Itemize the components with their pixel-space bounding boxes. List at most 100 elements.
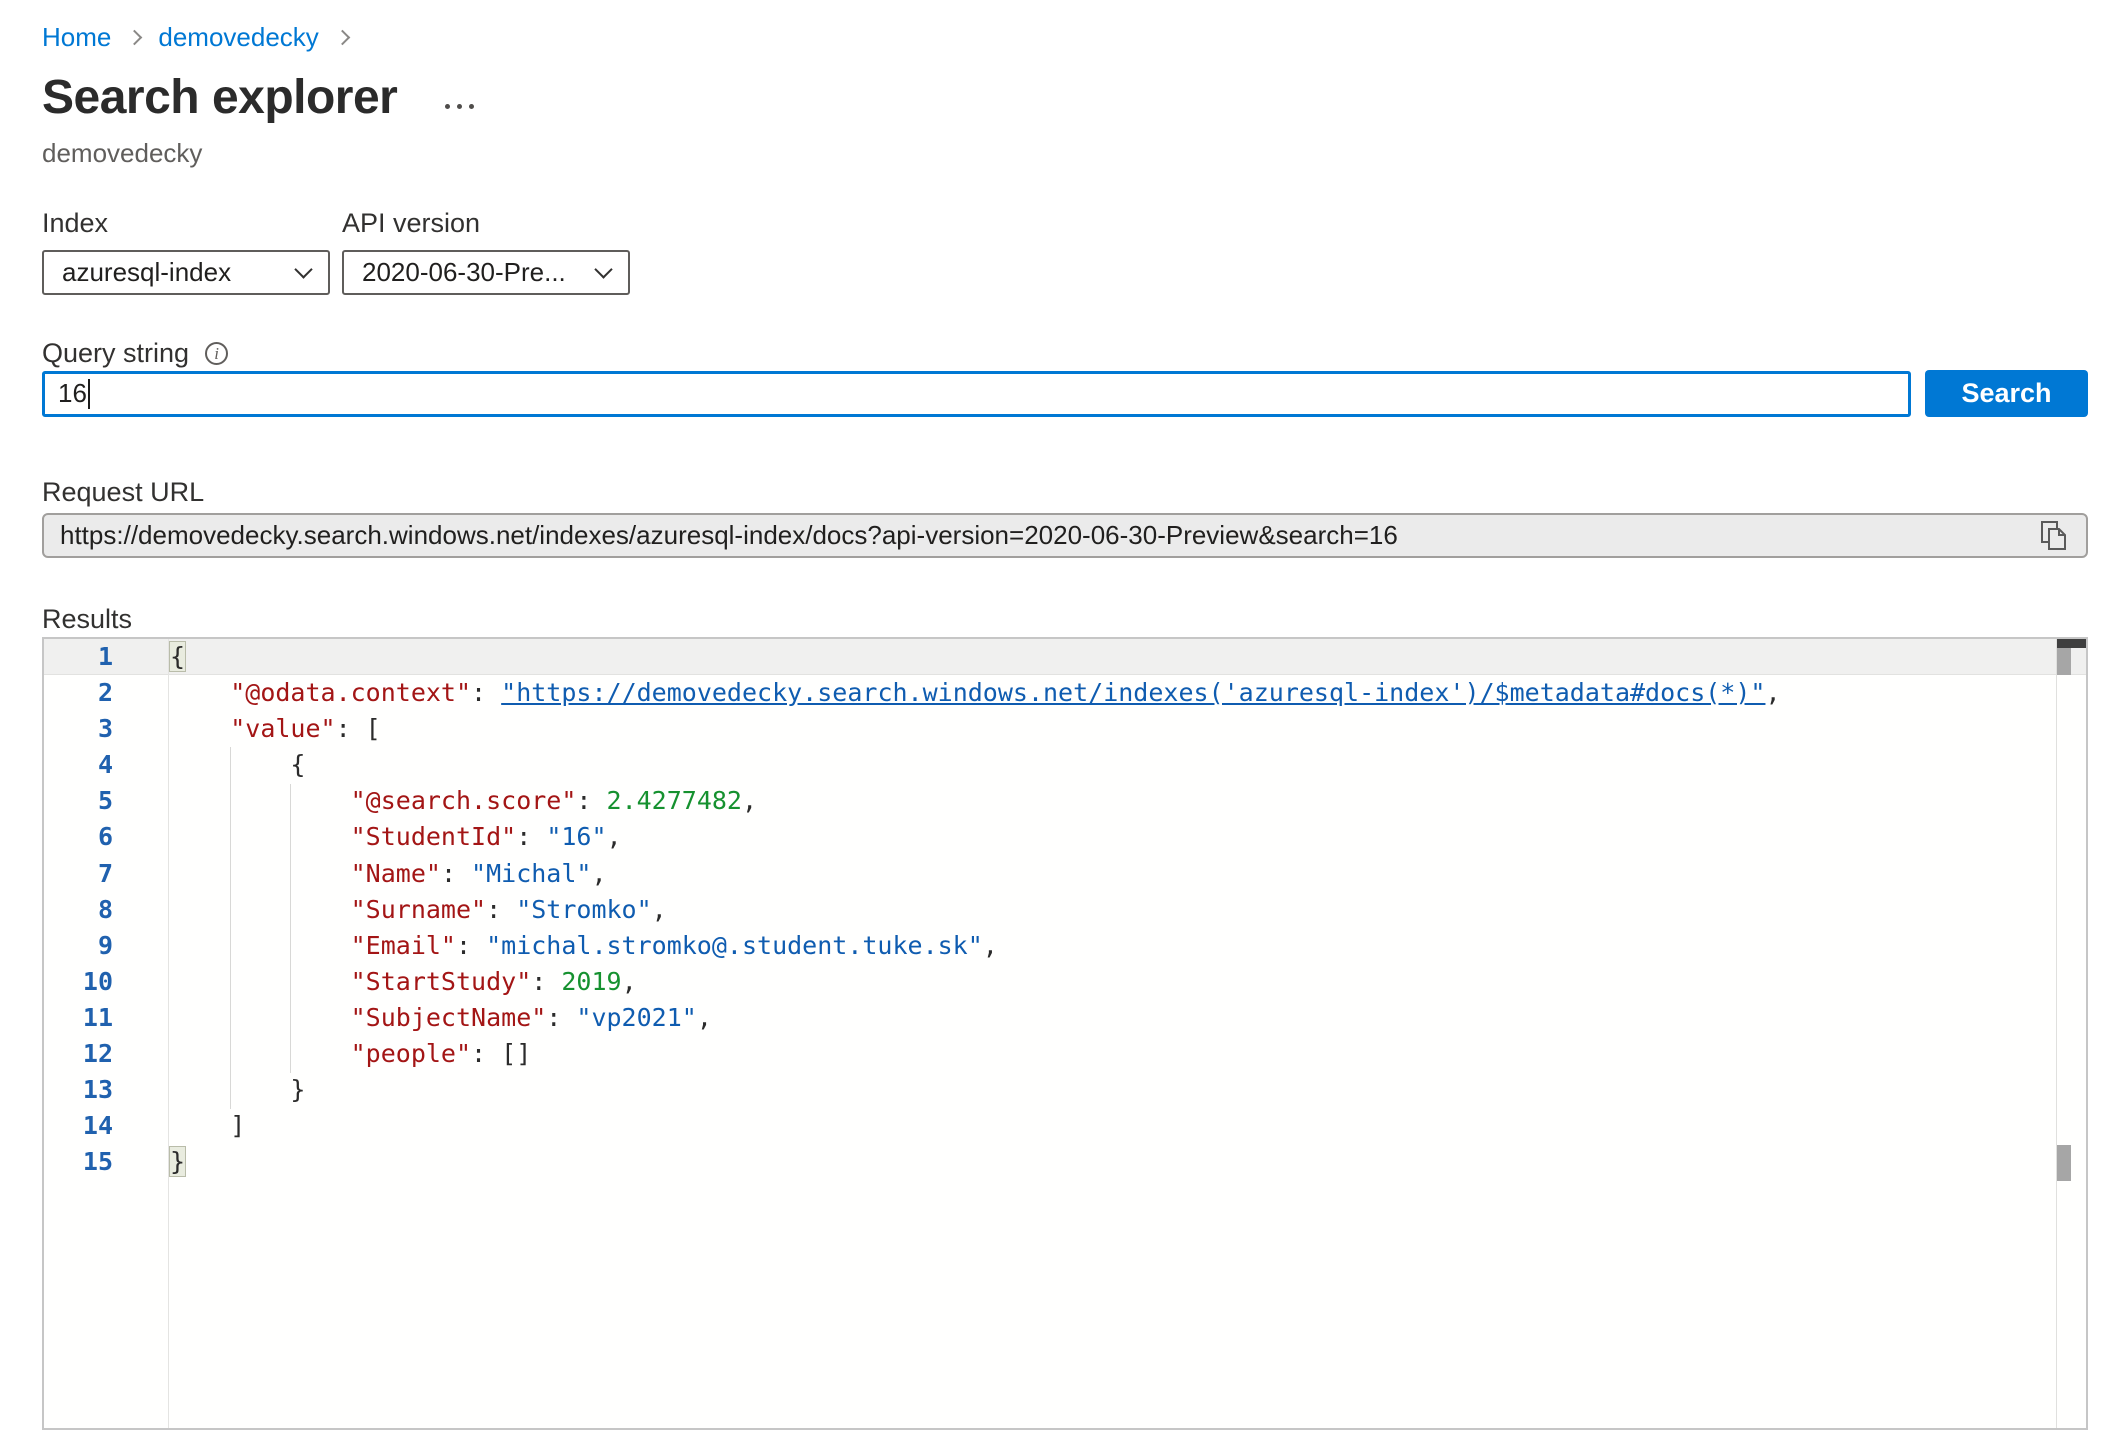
line-number: 6: [44, 819, 168, 855]
page-title: Search explorer: [42, 70, 397, 125]
code-token: "@odata.context": [230, 678, 471, 707]
code-line: }: [170, 1144, 2055, 1180]
code-token: [170, 859, 351, 888]
line-number: 1: [44, 639, 168, 675]
title-row: Search explorer: [42, 70, 474, 125]
code-token: "Stromko": [516, 895, 651, 924]
odata-context-link[interactable]: "https://demovedecky.search.windows.net/…: [501, 678, 1765, 707]
results-label: Results: [42, 604, 132, 635]
code-token: {: [170, 750, 305, 779]
code-token: "StartStudy": [351, 967, 532, 996]
code-token: :: [516, 822, 546, 851]
request-url-bar: https://demovedecky.search.windows.net/i…: [42, 513, 2088, 558]
code-token: ,: [622, 967, 637, 996]
controls-row: Index azuresql-index API version 2020-06…: [42, 208, 630, 295]
code-token: "@search.score": [351, 786, 577, 815]
code-token: "StudentId": [351, 822, 517, 851]
line-number: 7: [44, 856, 168, 892]
index-dropdown-value: azuresql-index: [62, 257, 231, 288]
line-number: 15: [44, 1144, 168, 1180]
code-token: :: [486, 895, 516, 924]
page-subtitle: demovedecky: [42, 138, 202, 169]
code-line: "value": [: [170, 711, 2055, 747]
code-line: "@search.score": 2.4277482,: [170, 783, 2055, 819]
code-token: [170, 714, 230, 743]
copy-button[interactable]: [2040, 520, 2070, 552]
code-token: [170, 931, 351, 960]
copy-icon: [2040, 520, 2070, 552]
code-token: :: [471, 678, 501, 707]
code-token: 2019: [561, 967, 621, 996]
code-token: [170, 1039, 351, 1068]
code-token: 2.4277482: [607, 786, 742, 815]
request-url-label: Request URL: [42, 477, 204, 508]
scrollbar-track: [2056, 639, 2057, 1428]
breadcrumb-demovedecky-link[interactable]: demovedecky: [158, 22, 318, 53]
code-token: ,: [742, 786, 757, 815]
code-token: "people": [351, 1039, 471, 1068]
code-token: : [: [336, 714, 381, 743]
code-token: :: [441, 859, 471, 888]
api-version-label: API version: [342, 208, 630, 239]
code-token: :: [576, 786, 606, 815]
code-token: }: [170, 1147, 185, 1176]
code-token: :: [546, 1003, 576, 1032]
code-line: "StartStudy": 2019,: [170, 964, 2055, 1000]
search-button[interactable]: Search: [1925, 370, 2088, 417]
code-token: "value": [230, 714, 335, 743]
code-token: ,: [607, 822, 622, 851]
code-line: }: [170, 1072, 2055, 1108]
chevron-down-icon: [594, 260, 612, 278]
request-url-value: https://demovedecky.search.windows.net/i…: [60, 520, 1398, 551]
chevron-down-icon: [294, 260, 312, 278]
query-string-label: Query string: [42, 338, 189, 369]
line-number: 4: [44, 747, 168, 783]
code-line: "Surname": "Stromko",: [170, 892, 2055, 928]
code-token: "Surname": [351, 895, 486, 924]
code-token: ,: [591, 859, 606, 888]
query-row: 16 Search: [42, 370, 2088, 417]
more-options-icon[interactable]: [445, 104, 474, 109]
code-token: "16": [546, 822, 606, 851]
breadcrumb: Home demovedecky: [42, 22, 351, 53]
line-number: 5: [44, 783, 168, 819]
code-token: "Name": [351, 859, 441, 888]
scrollbar-cursor-marker: [2057, 639, 2086, 648]
code-line: "@odata.context": "https://demovedecky.s…: [170, 675, 2055, 711]
indent-guide: [230, 747, 231, 1108]
code-token: {: [170, 642, 185, 671]
code-token: [170, 678, 230, 707]
code-line: "Name": "Michal",: [170, 856, 2055, 892]
code-token: "Michal": [471, 859, 591, 888]
chevron-right-icon: [127, 30, 143, 46]
code-line: ]: [170, 1108, 2055, 1144]
code-token: [170, 895, 351, 924]
line-number: 14: [44, 1108, 168, 1144]
code-token: "SubjectName": [351, 1003, 547, 1032]
api-version-dropdown[interactable]: 2020-06-30-Pre...: [342, 250, 630, 295]
line-number: 9: [44, 928, 168, 964]
breadcrumb-home-link[interactable]: Home: [42, 22, 111, 53]
api-version-field: API version 2020-06-30-Pre...: [342, 208, 630, 295]
code-token: ,: [983, 931, 998, 960]
chevron-right-icon: [335, 30, 351, 46]
scrollbar-thumb[interactable]: [2057, 648, 2071, 675]
code-line: "StudentId": "16",: [170, 819, 2055, 855]
query-string-input[interactable]: 16: [42, 371, 1911, 417]
code-token: [170, 1003, 351, 1032]
results-editor[interactable]: 123456789101112131415 { "@odata.context"…: [42, 637, 2088, 1430]
code-token: :: [456, 931, 486, 960]
results-code: { "@odata.context": "https://demovedecky…: [170, 639, 2055, 1180]
code-token: "michal.stromko@.student.tuke.sk": [486, 931, 983, 960]
info-icon[interactable]: i: [205, 342, 228, 365]
api-version-dropdown-value: 2020-06-30-Pre...: [362, 257, 566, 288]
line-number: 2: [44, 675, 168, 711]
text-caret: [88, 379, 90, 409]
line-number: 10: [44, 964, 168, 1000]
line-number: 12: [44, 1036, 168, 1072]
index-dropdown[interactable]: azuresql-index: [42, 250, 330, 295]
code-token: [170, 967, 351, 996]
line-number: 11: [44, 1000, 168, 1036]
code-line: "people": []: [170, 1036, 2055, 1072]
indent-guide: [290, 784, 291, 1073]
